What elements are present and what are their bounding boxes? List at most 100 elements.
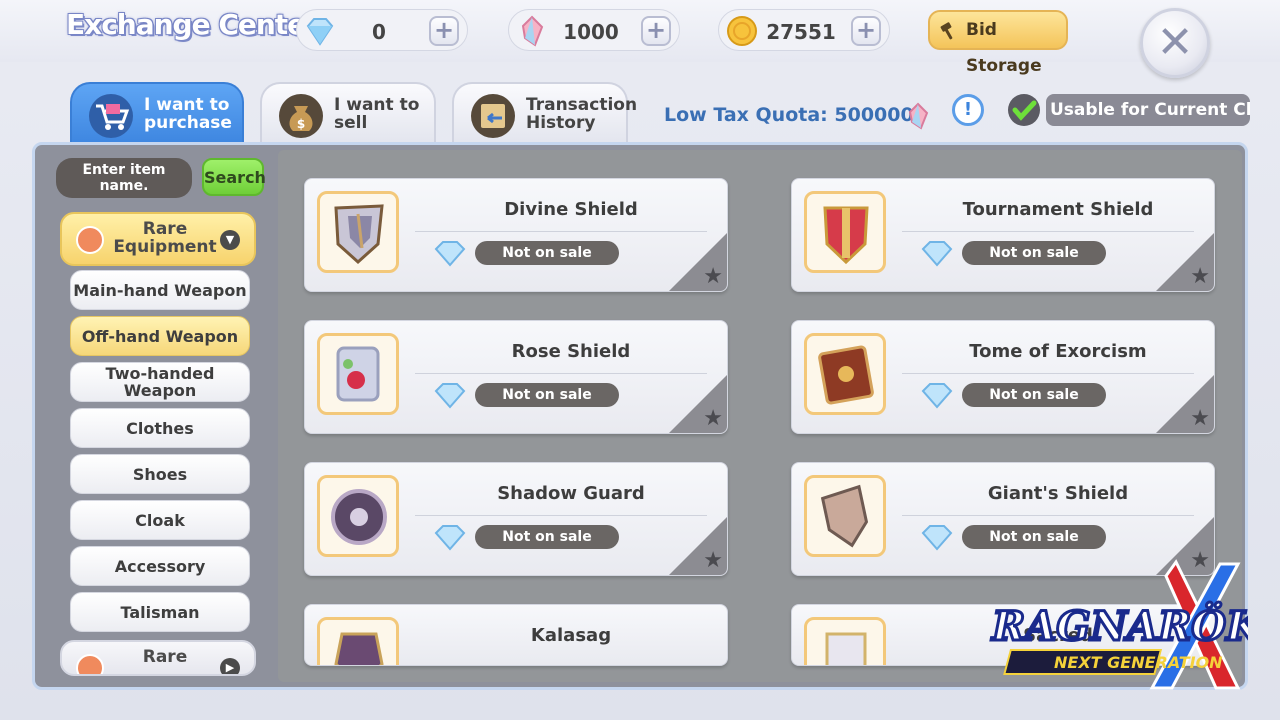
star-icon[interactable]: ★ — [703, 548, 723, 573]
checkbox-checked-icon — [1008, 94, 1040, 126]
svg-text:NEXT GENERATION: NEXT GENERATION — [1054, 653, 1223, 672]
item-name: Shadow Guard — [497, 483, 645, 504]
diamond-icon — [434, 525, 466, 551]
sale-status-badge: Not on sale — [475, 383, 619, 407]
divider — [415, 373, 707, 374]
diamond-icon — [921, 383, 953, 409]
item-icon-frame — [804, 333, 886, 415]
sale-status-badge: Not on sale — [475, 241, 619, 265]
item-name: Rose Shield — [511, 341, 631, 362]
close-icon: ✕ — [1156, 17, 1194, 68]
diamond-value: 0 — [372, 20, 386, 44]
star-icon[interactable]: ★ — [703, 264, 723, 289]
zeny-coin-icon — [727, 16, 757, 46]
giants-shield-icon — [820, 484, 869, 548]
item-name: Tome of Exorcism — [969, 341, 1147, 362]
item-icon-frame — [317, 617, 399, 665]
crystal-icon — [521, 15, 544, 47]
subcategory-shoes[interactable]: Shoes — [70, 454, 250, 494]
tab-transaction-history-label: Transaction History — [526, 95, 638, 133]
divider — [902, 373, 1194, 374]
money-bag-icon: $ — [279, 94, 323, 138]
tab-transaction-history[interactable]: Transaction History — [452, 82, 637, 144]
tab-sell-label: I want to sell — [334, 95, 420, 133]
item-icon-frame — [804, 617, 886, 665]
diamond-icon — [306, 18, 334, 46]
ragnarok-x-logo: RAGNARÖK NEXT GENERATION — [990, 559, 1248, 690]
subcategory-accessory[interactable]: Accessory — [70, 546, 250, 586]
usable-for-class-label: Usable for Current Class — [1046, 94, 1250, 126]
item-icon-frame — [317, 191, 399, 273]
tab-sell[interactable]: $ I want to sell — [260, 82, 436, 144]
subcategory-talisman[interactable]: Talisman — [70, 592, 250, 632]
star-icon[interactable]: ★ — [703, 406, 723, 431]
divider — [415, 231, 707, 232]
tournament-shield-icon — [823, 206, 869, 265]
subcategory-two-handed-weapon[interactable]: Two-handed Weapon — [70, 362, 250, 402]
bid-storage-button[interactable]: Bid Storage — [928, 10, 1068, 76]
item-icon-frame — [804, 475, 886, 557]
info-icon[interactable]: ! — [952, 94, 984, 126]
tab-purchase[interactable]: I want to purchase — [70, 82, 244, 144]
sale-status-badge: Not on sale — [962, 241, 1106, 265]
item-card[interactable]: Rose Shield Not on sale ★ — [304, 320, 728, 434]
item-name: Kalasag — [530, 625, 612, 646]
subcategory-clothes[interactable]: Clothes — [70, 408, 250, 448]
tome-icon — [818, 345, 874, 405]
history-scroll-icon — [471, 94, 515, 138]
category-rare-2[interactable]: Rare ▶ — [60, 640, 256, 676]
shadow-guard-icon — [331, 489, 387, 545]
svg-text:$: $ — [297, 117, 305, 131]
shopping-cart-icon — [89, 94, 133, 138]
item-name: Giant's Shield — [987, 483, 1129, 504]
diamond-icon — [434, 241, 466, 267]
subcategory-cloak[interactable]: Cloak — [70, 500, 250, 540]
page-title: Exchange Center — [66, 8, 319, 41]
star-icon[interactable]: ★ — [1190, 406, 1210, 431]
category-label: Rare Equipment — [113, 219, 217, 257]
add-crystal-button[interactable]: + — [641, 16, 671, 46]
crystal-value: 1000 — [563, 20, 619, 44]
item-icon-frame — [804, 191, 886, 273]
kalasag-icon — [334, 632, 384, 665]
add-diamond-button[interactable]: + — [429, 16, 459, 46]
diamond-icon — [434, 383, 466, 409]
close-button[interactable]: ✕ — [1140, 8, 1210, 78]
sale-status-badge: Not on sale — [475, 525, 619, 549]
item-name: Divine Shield — [504, 199, 638, 220]
chevron-right-icon: ▶ — [220, 658, 240, 674]
hammer-icon — [940, 22, 953, 40]
crystal-icon — [908, 102, 929, 130]
rose-shield-icon — [336, 346, 380, 402]
item-name: Tournament Shield — [962, 199, 1154, 220]
item-card[interactable]: Tournament Shield Not on sale ★ — [791, 178, 1215, 292]
item-card[interactable]: Kalasag — [304, 604, 728, 666]
search-input[interactable]: Enter item name. — [56, 158, 192, 198]
item-card[interactable]: Shadow Guard Not on sale ★ — [304, 462, 728, 576]
zeny-value: 27551 — [766, 20, 836, 44]
item-card[interactable]: Tome of Exorcism Not on sale ★ — [791, 320, 1215, 434]
divider — [415, 515, 707, 516]
add-zeny-button[interactable]: + — [851, 16, 881, 46]
usable-for-class-toggle[interactable]: Usable for Current Class — [1006, 92, 1250, 128]
crystal-balance: 1000 + — [508, 9, 680, 51]
low-tax-quota: Low Tax Quota: 500000 — [664, 104, 914, 126]
divine-shield-icon — [334, 204, 384, 265]
chevron-down-icon: ▼ — [220, 230, 240, 250]
subcategory-main-hand-weapon[interactable]: Main-hand Weapon — [70, 270, 250, 310]
subcategory-off-hand-weapon[interactable]: Off-hand Weapon — [70, 316, 250, 356]
bid-storage-label: Bid Storage — [966, 20, 1042, 76]
sale-status-badge: Not on sale — [962, 525, 1106, 549]
clothing-icon — [76, 226, 104, 254]
search-button[interactable]: Search — [202, 158, 266, 196]
diamond-icon — [921, 241, 953, 267]
sale-status-badge: Not on sale — [962, 383, 1106, 407]
category-label: Rare — [142, 647, 188, 667]
item-card[interactable]: Divine Shield Not on sale ★ — [304, 178, 728, 292]
category-rare-equipment[interactable]: Rare Equipment ▼ — [60, 212, 256, 266]
sacred-shield-icon — [825, 632, 867, 665]
tab-purchase-label: I want to purchase — [144, 95, 232, 133]
divider — [902, 515, 1194, 516]
star-icon[interactable]: ★ — [1190, 264, 1210, 289]
zeny-balance: 27551 + — [718, 9, 890, 51]
